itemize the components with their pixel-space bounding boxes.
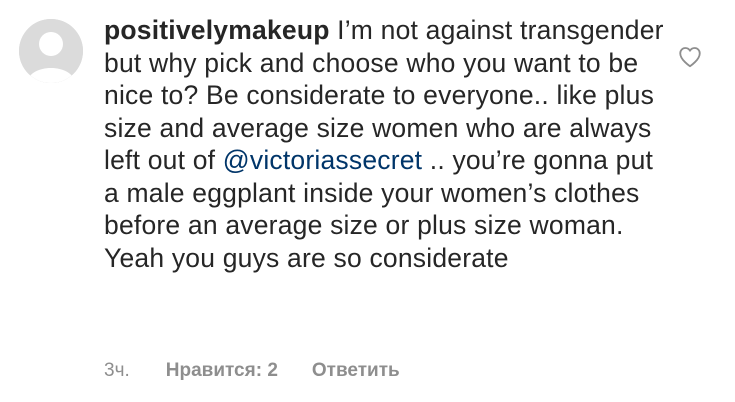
- heart-outline-icon[interactable]: [677, 44, 703, 70]
- reply-button[interactable]: Ответить: [312, 358, 400, 384]
- comment: positivelymakeup I’m not against transge…: [0, 0, 735, 402]
- likes-count-button[interactable]: Нравится: 2: [166, 358, 278, 384]
- comment-username[interactable]: positivelymakeup: [104, 15, 330, 45]
- comment-timestamp: 3ч.: [104, 360, 130, 381]
- comment-mention-link[interactable]: @victoriassecret: [223, 145, 422, 175]
- comment-body: positivelymakeup I’m not against transge…: [104, 14, 664, 274]
- default-avatar-icon[interactable]: [19, 19, 83, 83]
- comment-meta: 3ч. Нравится: 2 Ответить: [104, 358, 400, 384]
